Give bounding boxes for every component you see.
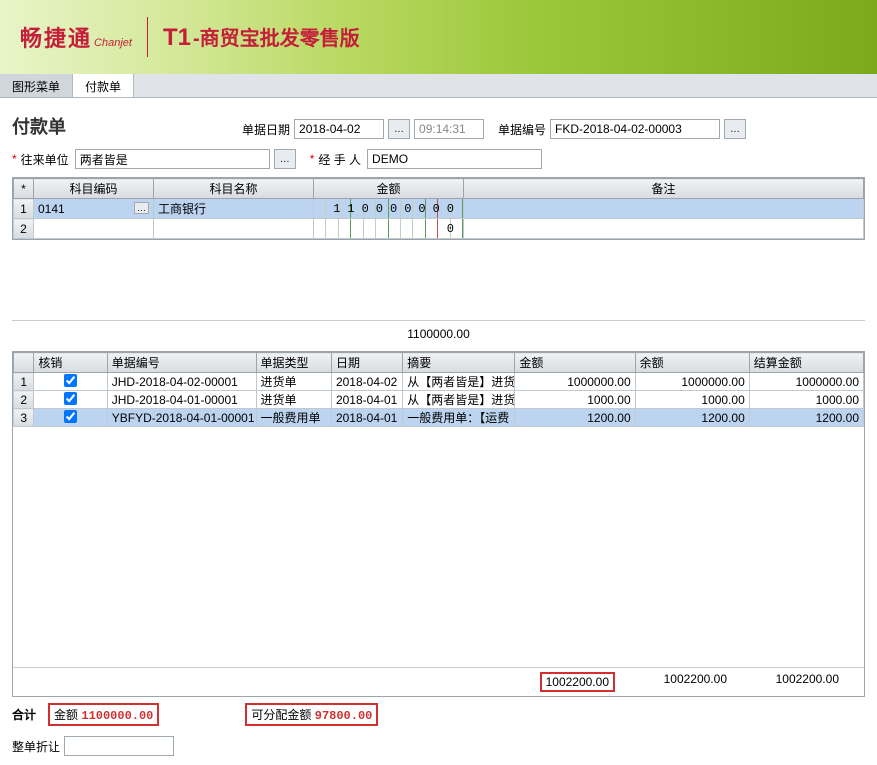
logo-en: Chanjet [94, 37, 132, 49]
col-writeoff: 核销 [34, 353, 107, 373]
date-cell: 2018-04-01 [331, 391, 402, 409]
table-row[interactable]: 2 JHD-2018-04-01-00001进货单2018-04-01从【两者皆是… [14, 391, 864, 409]
account-code-cell[interactable]: 0141 … [34, 199, 154, 219]
tab-bar: 图形菜单 付款单 [0, 74, 877, 98]
product-t1: T1 [163, 24, 191, 52]
remark-cell[interactable] [464, 219, 864, 239]
writeoff-cell[interactable] [34, 391, 107, 409]
total-label: 合计 [12, 706, 36, 723]
mid-total: 1100000.00 [12, 320, 865, 347]
date-cell: 2018-04-01 [331, 409, 402, 427]
date-input[interactable] [294, 119, 384, 139]
handler-input[interactable] [367, 149, 542, 169]
settle-cell[interactable]: 1000.00 [749, 391, 863, 409]
table-row[interactable]: 1 JHD-2018-04-02-00001进货单2018-04-02从【两者皆是… [14, 373, 864, 391]
remark-cell[interactable] [464, 199, 864, 219]
doc-type-cell: 进货单 [256, 373, 331, 391]
balance-cell: 1000.00 [635, 391, 749, 409]
rownum: 3 [14, 409, 34, 427]
col-date: 日期 [331, 353, 402, 373]
grid-row[interactable]: 2 0 [14, 219, 864, 239]
rownum: 2 [14, 219, 34, 239]
amount-cell[interactable]: 110000000 [314, 199, 464, 219]
product-sub: -商贸宝批发零售版 [193, 22, 360, 51]
required-marker: * [310, 152, 315, 166]
party-input[interactable] [75, 149, 270, 169]
amount-cell: 1000000.00 [515, 373, 635, 391]
footer-amount-highlight: 1002200.00 [540, 672, 615, 692]
logo: 畅捷通 Chanjet [20, 21, 132, 53]
doc-type-cell: 一般费用单 [256, 409, 331, 427]
account-name-cell[interactable] [154, 219, 314, 239]
discount-label: 整单折让 [12, 738, 60, 755]
col-rownum [14, 353, 34, 373]
footer-settle: 1002200.00 [735, 672, 847, 692]
col-rownum: * [14, 179, 34, 199]
accounts-grid[interactable]: * 科目编码 科目名称 金额 备注 1 0141 … 工商银行 11000000… [12, 177, 865, 240]
col-amount: 金额 [515, 353, 635, 373]
party-lookup-button[interactable]: … [274, 149, 296, 169]
rownum: 1 [14, 199, 34, 219]
required-marker: * [12, 152, 17, 166]
summary-cell: 从【两者皆是】进货 [403, 391, 515, 409]
balance-cell: 1200.00 [635, 409, 749, 427]
col-summary: 摘要 [403, 353, 515, 373]
grid-footer-totals: 1002200.00 1002200.00 1002200.00 [13, 667, 864, 696]
tab-graphic-menu[interactable]: 图形菜单 [0, 74, 73, 97]
discount-input[interactable] [64, 736, 174, 756]
col-balance: 余额 [635, 353, 749, 373]
col-doc-no: 单据编号 [107, 353, 256, 373]
writeoff-cell[interactable] [34, 373, 107, 391]
doc-input[interactable] [550, 119, 720, 139]
allocatable-amount-box: 可分配金额 97800.00 [245, 703, 378, 726]
writeoff-checkbox[interactable] [64, 410, 77, 423]
doc-type-cell: 进货单 [256, 391, 331, 409]
banner-separator [147, 17, 148, 57]
col-account-code: 科目编码 [34, 179, 154, 199]
footer-balance: 1002200.00 [623, 672, 735, 692]
writeoff-checkbox[interactable] [64, 374, 77, 387]
account-code-cell[interactable] [34, 219, 154, 239]
date-picker-button[interactable]: … [388, 119, 410, 139]
table-row[interactable]: 3 YBFYD-2018-04-01-00001一般费用单2018-04-01一般… [14, 409, 864, 427]
app-banner: 畅捷通 Chanjet T1 -商贸宝批发零售版 [0, 0, 877, 74]
col-doc-type: 单据类型 [256, 353, 331, 373]
col-amount: 金额 [314, 179, 464, 199]
code-lookup-button[interactable]: … [134, 202, 149, 214]
tab-payment[interactable]: 付款单 [73, 74, 134, 97]
doc-no-cell: JHD-2018-04-01-00001 [107, 391, 256, 409]
amount-cell: 1200.00 [515, 409, 635, 427]
writeoff-cell[interactable] [34, 409, 107, 427]
col-account-name: 科目名称 [154, 179, 314, 199]
party-label: 往来单位 [21, 151, 69, 168]
col-remark: 备注 [464, 179, 864, 199]
doc-no-cell: JHD-2018-04-02-00001 [107, 373, 256, 391]
doc-lookup-button[interactable]: … [724, 119, 746, 139]
rownum: 1 [14, 373, 34, 391]
grid-row[interactable]: 1 0141 … 工商银行 110000000 [14, 199, 864, 219]
rownum: 2 [14, 391, 34, 409]
balance-cell: 1000000.00 [635, 373, 749, 391]
summary-cell: 从【两者皆是】进货 [403, 373, 515, 391]
date-label: 单据日期 [242, 121, 290, 138]
amount-cell: 1000.00 [515, 391, 635, 409]
time-input[interactable] [414, 119, 484, 139]
logo-cn: 畅捷通 [20, 21, 92, 53]
amount-cell[interactable]: 0 [314, 219, 464, 239]
total-amount-box: 金额 1100000.00 [48, 703, 159, 726]
product-name: T1 -商贸宝批发零售版 [163, 22, 360, 52]
settle-cell[interactable]: 1000000.00 [749, 373, 863, 391]
settlement-grid[interactable]: 核销 单据编号 单据类型 日期 摘要 金额 余额 结算金额 1 JHD-2018-… [12, 351, 865, 697]
doc-no-cell: YBFYD-2018-04-01-00001 [107, 409, 256, 427]
col-settle: 结算金额 [749, 353, 863, 373]
settle-cell[interactable]: 1200.00 [749, 409, 863, 427]
summary-cell: 一般费用单：【运费 [403, 409, 515, 427]
doc-label: 单据编号 [498, 121, 546, 138]
writeoff-checkbox[interactable] [64, 392, 77, 405]
handler-label: 经 手 人 [318, 151, 361, 168]
account-name-cell[interactable]: 工商银行 [154, 199, 314, 219]
date-cell: 2018-04-02 [331, 373, 402, 391]
